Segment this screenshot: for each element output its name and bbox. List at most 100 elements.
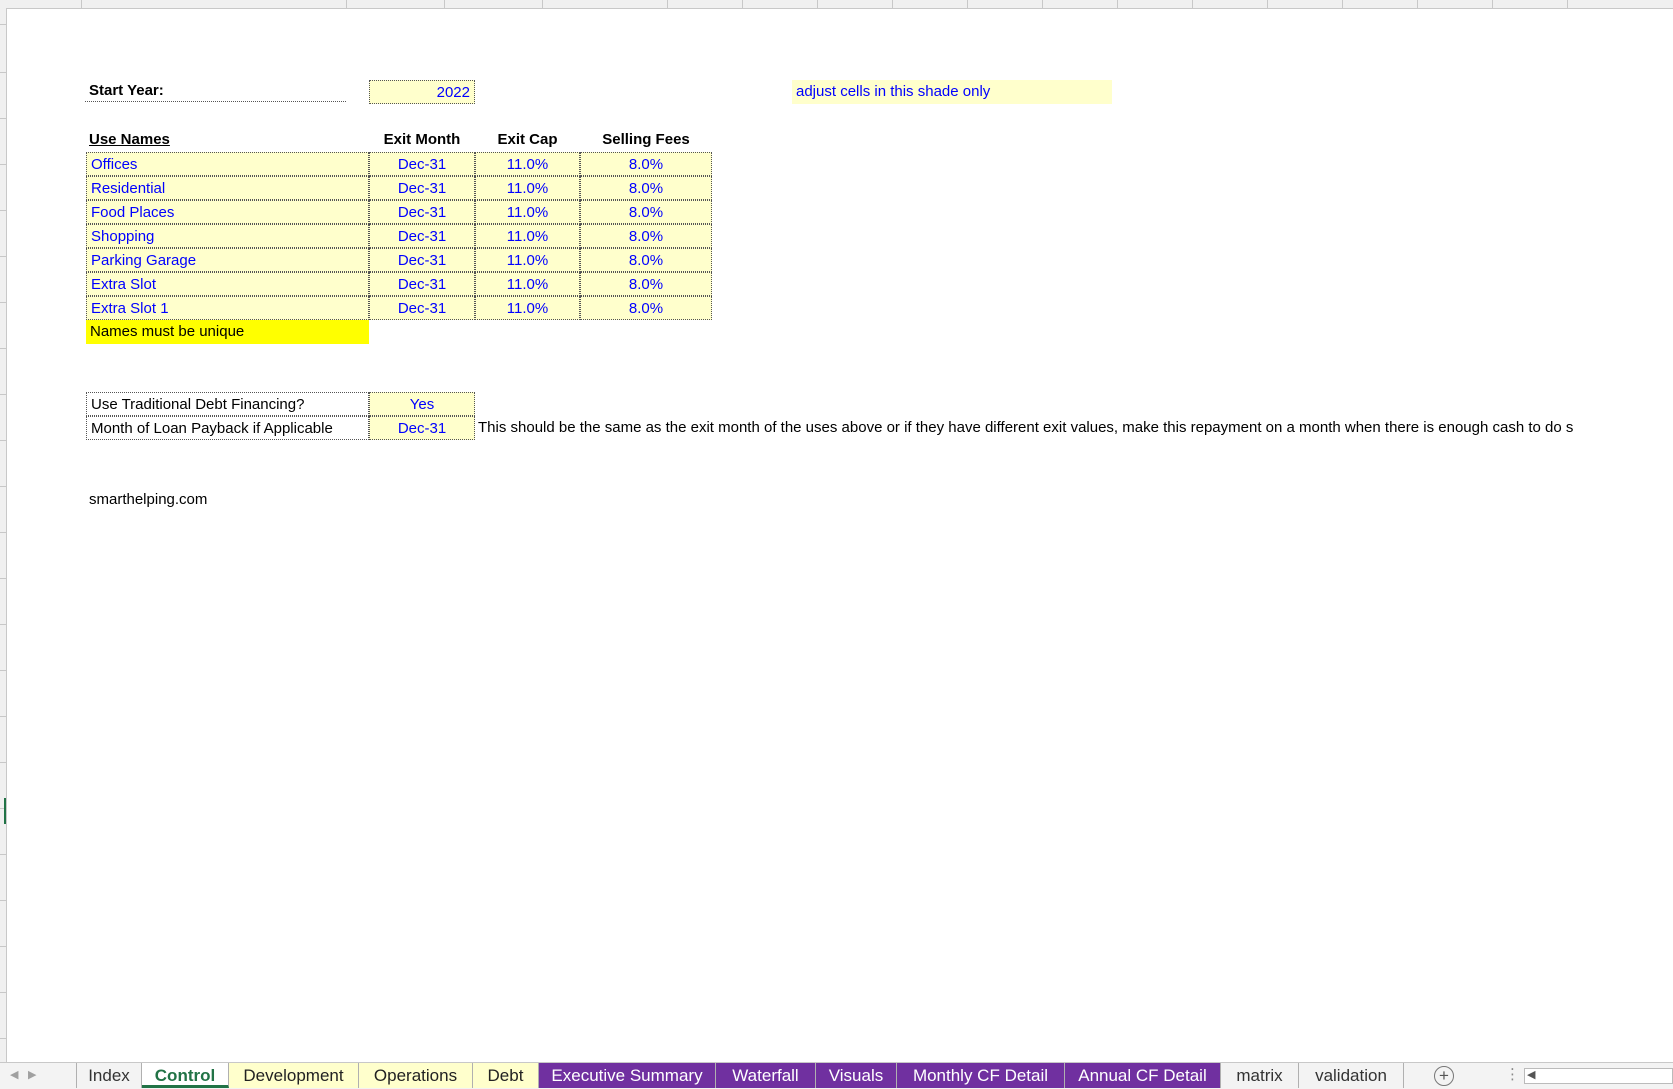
column-divider — [1342, 0, 1343, 8]
use-name-input[interactable]: Parking Garage — [86, 248, 369, 272]
row-divider — [0, 394, 6, 395]
tab-matrix[interactable]: matrix — [1221, 1063, 1299, 1088]
row-divider — [0, 72, 6, 73]
tab-waterfall[interactable]: Waterfall — [716, 1063, 816, 1088]
tab-debt[interactable]: Debt — [473, 1063, 539, 1088]
selling-fees-input[interactable]: 8.0% — [580, 248, 712, 272]
loan-payback-input[interactable]: Dec-31 — [369, 416, 475, 440]
vertical-dots-icon[interactable]: ⋮ — [1505, 1065, 1520, 1083]
debt-financing-label: Use Traditional Debt Financing? — [86, 392, 369, 416]
column-divider — [892, 0, 893, 8]
exit-month-input[interactable]: Dec-31 — [369, 200, 475, 224]
selling-fees-input[interactable]: 8.0% — [580, 200, 712, 224]
row-divider — [0, 486, 6, 487]
exit-month-input[interactable]: Dec-31 — [369, 176, 475, 200]
use-name-input[interactable]: Food Places — [86, 200, 369, 224]
exit-cap-input[interactable]: 11.0% — [475, 176, 580, 200]
loan-payback-label: Month of Loan Payback if Applicable — [86, 416, 369, 440]
tab-scroll-right-icon[interactable]: ▶ — [28, 1068, 36, 1081]
row-divider — [0, 210, 6, 211]
tab-operations[interactable]: Operations — [359, 1063, 473, 1088]
start-year-input[interactable]: 2022 — [369, 80, 475, 104]
tab-executive-summary[interactable]: Executive Summary — [539, 1063, 716, 1088]
column-divider — [742, 0, 743, 8]
selling-fees-input[interactable]: 8.0% — [580, 224, 712, 248]
header-selling-fees: Selling Fees — [602, 131, 690, 148]
use-name-input[interactable]: Residential — [86, 176, 369, 200]
exit-cap-input[interactable]: 11.0% — [475, 224, 580, 248]
use-name-input[interactable]: Extra Slot — [86, 272, 369, 296]
row-divider — [0, 118, 6, 119]
plus-circle-icon[interactable]: + — [1434, 1066, 1454, 1086]
row-header-strip[interactable] — [0, 8, 7, 1062]
row-divider — [0, 302, 6, 303]
exit-month-input[interactable]: Dec-31 — [369, 224, 475, 248]
scroll-left-icon[interactable]: ◀ — [1527, 1068, 1535, 1081]
column-divider — [1042, 0, 1043, 8]
selling-fees-input[interactable]: 8.0% — [580, 152, 712, 176]
row-divider — [0, 946, 6, 947]
use-name-input[interactable]: Shopping — [86, 224, 369, 248]
start-year-label-underline — [85, 101, 346, 102]
row-divider — [0, 762, 6, 763]
column-divider — [1492, 0, 1493, 8]
column-divider — [817, 0, 818, 8]
footer-site-text: smarthelping.com — [89, 491, 208, 508]
horizontal-scrollbar[interactable]: ◀ — [1524, 1068, 1673, 1084]
tab-control[interactable]: Control — [142, 1063, 229, 1088]
header-exit-month: Exit Month — [383, 131, 461, 148]
exit-month-input[interactable]: Dec-31 — [369, 296, 475, 320]
selling-fees-input[interactable]: 8.0% — [580, 176, 712, 200]
exit-month-input[interactable]: Dec-31 — [369, 248, 475, 272]
row-divider — [0, 440, 6, 441]
exit-cap-input[interactable]: 11.0% — [475, 152, 580, 176]
selling-fees-input[interactable]: 8.0% — [580, 272, 712, 296]
column-divider — [81, 0, 82, 8]
active-row-indicator — [4, 798, 6, 824]
selling-fees-input[interactable]: 8.0% — [580, 296, 712, 320]
row-divider — [0, 624, 6, 625]
loan-payback-note: This should be the same as the exit mont… — [478, 419, 1574, 436]
row-divider — [0, 256, 6, 257]
shade-note: adjust cells in this shade only — [792, 80, 1112, 104]
start-year-label: Start Year: — [89, 82, 164, 99]
tab-visuals[interactable]: Visuals — [816, 1063, 897, 1088]
row-divider — [0, 532, 6, 533]
row-divider — [0, 348, 6, 349]
column-header-strip[interactable] — [0, 0, 1673, 9]
row-divider — [0, 670, 6, 671]
column-divider — [1192, 0, 1193, 8]
column-divider — [667, 0, 668, 8]
column-divider — [1567, 0, 1568, 8]
exit-month-input[interactable]: Dec-31 — [369, 272, 475, 296]
tab-validation[interactable]: validation — [1299, 1063, 1404, 1088]
column-divider — [542, 0, 543, 8]
exit-cap-input[interactable]: 11.0% — [475, 200, 580, 224]
row-divider — [0, 716, 6, 717]
row-divider — [0, 24, 6, 25]
exit-cap-input[interactable]: 11.0% — [475, 248, 580, 272]
exit-month-input[interactable]: Dec-31 — [369, 152, 475, 176]
use-name-input[interactable]: Offices — [86, 152, 369, 176]
debt-financing-input[interactable]: Yes — [369, 392, 475, 416]
tab-index[interactable]: Index — [76, 1063, 142, 1088]
column-divider — [1117, 0, 1118, 8]
use-name-input[interactable]: Extra Slot 1 — [86, 296, 369, 320]
column-divider — [444, 0, 445, 8]
row-divider — [0, 900, 6, 901]
tab-annual-cf-detail[interactable]: Annual CF Detail — [1065, 1063, 1221, 1088]
tab-monthly-cf-detail[interactable]: Monthly CF Detail — [897, 1063, 1065, 1088]
row-divider — [0, 1038, 6, 1039]
tab-development[interactable]: Development — [229, 1063, 359, 1088]
column-divider — [346, 0, 347, 8]
row-divider — [0, 854, 6, 855]
header-exit-cap: Exit Cap — [497, 131, 558, 148]
exit-cap-input[interactable]: 11.0% — [475, 272, 580, 296]
row-divider — [0, 992, 6, 993]
column-divider — [1267, 0, 1268, 8]
column-divider — [967, 0, 968, 8]
exit-cap-input[interactable]: 11.0% — [475, 296, 580, 320]
row-divider — [0, 164, 6, 165]
tab-scroll-left-icon[interactable]: ◀ — [10, 1068, 18, 1081]
sheet-tab-bar: ◀ ▶ Index Control Development Operations… — [0, 1062, 1673, 1089]
